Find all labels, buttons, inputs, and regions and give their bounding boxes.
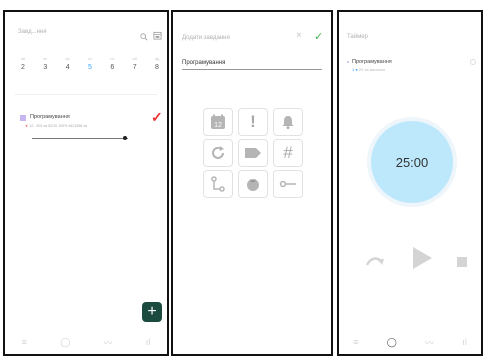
calendar-icon[interactable] [153, 27, 162, 45]
page-title: Завд...ння [18, 29, 47, 35]
habits-tab-icon[interactable]: 〰 [104, 336, 113, 349]
bottom-tab-bar: ≡ ◯ 〰 ıl [339, 330, 481, 354]
task-meta-text: 12 - 503 хв 5/210 100% 3d21698 хв [29, 124, 88, 128]
day-number: 5 [88, 64, 92, 71]
close-icon[interactable]: × [296, 30, 302, 41]
bell-icon[interactable] [273, 108, 303, 136]
day-number: 3 [43, 64, 48, 71]
task-progress-slider[interactable] [32, 138, 128, 139]
priority-icon[interactable]: ! [238, 108, 268, 136]
tasks-tab-icon[interactable]: ≡ [353, 337, 358, 347]
tag-icon[interactable] [238, 139, 268, 167]
task-meta: ★ 12 - 503 хв 5/210 100% 3d21698 хв [25, 124, 87, 128]
input-underline [182, 69, 322, 70]
day-of-week: сб [132, 56, 137, 61]
stats-tab-icon[interactable]: ıl [462, 337, 467, 347]
task-color-marker [20, 115, 26, 121]
task-title: Програмування [30, 114, 70, 120]
day-number: 8 [155, 64, 159, 71]
skip-icon[interactable] [365, 254, 385, 272]
day-item[interactable]: сб 7 [127, 56, 143, 71]
day-of-week: чт [88, 56, 92, 61]
focused-task-subtitle: 1 ● 25 хв вагалом [352, 67, 385, 72]
calendar-icon[interactable]: 12 [203, 108, 233, 136]
focused-task-title[interactable]: Програмування [352, 59, 392, 65]
estimate-text: 25 хв вагалом [358, 67, 385, 72]
day-item[interactable]: нд 8 [149, 56, 165, 71]
task-color-marker [347, 61, 349, 63]
play-icon[interactable] [411, 246, 433, 275]
pomodoro-count: 1 ● [352, 67, 358, 72]
divider [15, 94, 157, 95]
day-item[interactable]: вт 3 [37, 56, 53, 71]
add-task-panel: Додати завдання × ✓ Програмування 12 ! # [171, 10, 333, 356]
dialog-title: Додати завдання [182, 35, 230, 41]
options-grid: 12 ! # [203, 108, 303, 198]
repeat-icon[interactable] [203, 139, 233, 167]
day-of-week: ср [65, 56, 70, 61]
day-number: 4 [65, 64, 70, 71]
bottom-tab-bar: ≡ ◯ 〰 ıl [5, 330, 167, 354]
stop-icon[interactable] [457, 254, 467, 272]
star-icon: ★ [25, 124, 29, 128]
day-item-selected[interactable]: чт 5 [82, 56, 98, 71]
day-item[interactable]: ср 4 [60, 56, 76, 71]
pomodoro-tab-icon[interactable]: ◯ [60, 337, 70, 348]
day-of-week: пн [20, 56, 26, 61]
add-task-button[interactable]: + [142, 302, 162, 322]
task-name-input[interactable]: Програмування [182, 60, 225, 66]
day-number: 7 [132, 64, 137, 71]
search-icon[interactable] [140, 28, 148, 46]
day-of-week: пт [110, 56, 115, 61]
pomodoro-tab-icon[interactable]: ◯ [387, 337, 397, 348]
day-item[interactable]: пн 2 [15, 56, 31, 71]
day-number: 6 [110, 64, 115, 71]
calendar-day: 12 [214, 122, 222, 129]
day-number: 2 [21, 64, 25, 71]
page-title: Таймер [347, 34, 368, 40]
timer-panel: Таймер Програмування 1 ● 25 хв вагалом 2… [337, 10, 483, 356]
day-item[interactable]: пт 6 [104, 56, 120, 71]
timer-display[interactable]: 25:00 [371, 121, 453, 203]
day-of-week: вт [43, 56, 48, 61]
stats-tab-icon[interactable]: ıl [146, 337, 151, 347]
confirm-icon[interactable]: ✓ [314, 30, 323, 43]
habits-tab-icon[interactable]: 〰 [425, 336, 434, 349]
slider-handle[interactable] [123, 136, 127, 140]
hashtag-icon[interactable]: # [273, 139, 303, 167]
check-icon[interactable]: ✓ [151, 109, 163, 126]
week-strip: пн 2 вт 3 ср 4 чт 5 пт 6 сб 7 нд 8 [15, 56, 165, 71]
task-select-circle[interactable] [470, 59, 476, 65]
link-icon[interactable] [273, 170, 303, 198]
day-of-week: нд [154, 56, 160, 61]
subtask-icon[interactable] [203, 170, 233, 198]
tasks-panel: Завд...ння пн 2 вт 3 ср 4 чт 5 пт 6 сб 7 [3, 10, 169, 356]
pomodoro-icon[interactable] [238, 170, 268, 198]
tasks-tab-icon[interactable]: ≡ [22, 337, 27, 347]
